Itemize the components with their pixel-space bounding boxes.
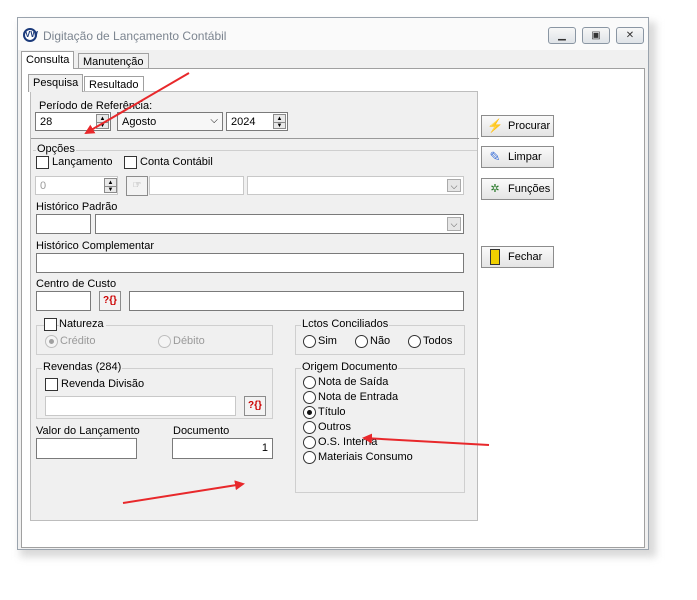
centro-custo-code-input[interactable] xyxy=(36,291,91,311)
limpar-label: Limpar xyxy=(508,151,542,163)
radio-sim[interactable] xyxy=(303,335,316,348)
lancamento-checkbox[interactable] xyxy=(36,156,49,169)
year-spinner[interactable]: ▲ ▼ xyxy=(273,114,286,129)
limpar-button[interactable]: ✎ Limpar xyxy=(481,146,554,168)
eraser-icon: ✎ xyxy=(489,149,501,164)
opcoes-legend: Opções xyxy=(36,143,76,155)
historico-padrao-label: Histórico Padrão xyxy=(36,201,118,213)
tab-consulta[interactable]: Consulta xyxy=(21,51,75,69)
lctos-conciliados-legend: Lctos Conciliados xyxy=(301,318,390,330)
title-bar: VW Digitação de Lançamento Contábil ▁ ▣ … xyxy=(18,18,648,50)
revenda-lookup-icon[interactable]: ?{} xyxy=(244,396,266,416)
lancamento-label: Lançamento xyxy=(52,156,113,168)
centro-custo-description-input[interactable] xyxy=(129,291,464,311)
main-window: VW Digitação de Lançamento Contábil ▁ ▣ … xyxy=(17,17,649,550)
radio-todos-label: Todos xyxy=(423,335,453,347)
revenda-divisao-label: Revenda Divisão xyxy=(61,378,145,390)
radio-titulo[interactable] xyxy=(303,406,316,419)
radio-credito-label: Crédito xyxy=(60,335,96,347)
radio-nota-entrada-label: Nota de Entrada xyxy=(318,391,399,403)
radio-nao[interactable] xyxy=(355,335,368,348)
day-spinner[interactable]: ▲ ▼ xyxy=(96,114,109,129)
revendas-legend: Revendas (284) xyxy=(42,361,123,373)
documento-label: Documento xyxy=(173,425,230,437)
radio-nota-saida-label: Nota de Saída xyxy=(318,376,389,388)
conta-contabil-label: Conta Contábil xyxy=(140,156,213,168)
chevron-down-icon: ⌵ xyxy=(447,179,461,192)
tab-pesquisa[interactable]: Pesquisa xyxy=(28,74,84,92)
tab-manutencao[interactable]: Manutenção xyxy=(78,53,149,69)
door-icon xyxy=(490,249,500,265)
documento-input[interactable]: 1 xyxy=(172,438,273,459)
lookup-icon[interactable]: ?{} xyxy=(99,291,121,311)
month-value: Agosto xyxy=(122,116,157,128)
fechar-label: Fechar xyxy=(508,251,543,263)
radio-sim-label: Sim xyxy=(318,335,337,347)
historico-complementar-label: Histórico Complementar xyxy=(36,240,154,252)
maximize-button[interactable]: ▣ xyxy=(582,27,610,44)
radio-os-interna-label: O.S. Interna xyxy=(318,436,378,448)
vw-logo-icon: VW xyxy=(23,28,38,42)
radio-debito[interactable] xyxy=(158,335,171,348)
natureza-label: Natureza xyxy=(59,318,106,330)
conta-select[interactable]: ⌵ xyxy=(247,176,464,195)
radio-todos[interactable] xyxy=(408,335,421,348)
radio-nao-label: Não xyxy=(370,335,391,347)
procurar-label: Procurar xyxy=(508,120,551,132)
historico-padrao-select[interactable]: ⌵ xyxy=(95,214,464,234)
radio-outros[interactable] xyxy=(303,421,316,434)
close-button[interactable]: ✕ xyxy=(616,27,644,44)
radio-materiais-consumo-label: Materiais Consumo xyxy=(318,451,413,463)
hand-pointer-icon[interactable]: ☞ xyxy=(126,176,148,196)
procurar-button[interactable]: ⚡ Procurar xyxy=(481,115,554,137)
radio-credito[interactable] xyxy=(45,335,58,348)
historico-complementar-input[interactable] xyxy=(36,253,464,273)
minimize-button[interactable]: ▁ xyxy=(548,27,576,44)
centro-custo-label: Centro de Custo xyxy=(36,278,117,290)
conta-code-input[interactable] xyxy=(149,176,244,195)
periodo-month-select[interactable]: Agosto ⌵ xyxy=(117,112,223,131)
radio-nota-entrada[interactable] xyxy=(303,391,316,404)
functions-icon: ✲ xyxy=(490,183,500,195)
natureza-checkbox[interactable] xyxy=(44,318,57,331)
radio-materiais-consumo[interactable] xyxy=(303,451,316,464)
valor-lancamento-label: Valor do Lançamento xyxy=(36,425,140,437)
divider xyxy=(31,138,479,139)
radio-nota-saida[interactable] xyxy=(303,376,316,389)
window-title: Digitação de Lançamento Contábil xyxy=(43,29,227,43)
consulta-panel: Pesquisa Resultado Período de Referência… xyxy=(21,68,645,548)
chevron-down-icon: ⌵ xyxy=(447,217,461,231)
revenda-divisao-checkbox[interactable] xyxy=(45,378,58,391)
fechar-button[interactable]: Fechar xyxy=(481,246,554,268)
tab-resultado[interactable]: Resultado xyxy=(84,76,144,92)
funcoes-label: Funções xyxy=(508,183,551,195)
radio-os-interna[interactable] xyxy=(303,436,316,449)
origem-documento-legend: Origem Documento xyxy=(301,361,399,373)
historico-padrao-code-input[interactable] xyxy=(36,214,91,234)
radio-outros-label: Outros xyxy=(318,421,352,433)
revenda-input[interactable] xyxy=(45,396,236,416)
radio-titulo-label: Título xyxy=(318,406,346,418)
periodo-label: Período de Referência: xyxy=(39,100,153,112)
radio-debito-label: Débito xyxy=(173,335,205,347)
lightning-icon: ⚡ xyxy=(487,118,504,133)
valor-lancamento-input[interactable] xyxy=(36,438,137,459)
lancamento-spinner[interactable]: ▲ ▼ xyxy=(104,178,117,193)
pesquisa-panel: Período de Referência: 28 ▲ ▼ Agosto ⌵ 20… xyxy=(30,91,479,521)
conta-contabil-checkbox[interactable] xyxy=(124,156,137,169)
chevron-down-icon: ⌵ xyxy=(210,115,218,126)
funcoes-button[interactable]: ✲ Funções xyxy=(481,178,554,200)
